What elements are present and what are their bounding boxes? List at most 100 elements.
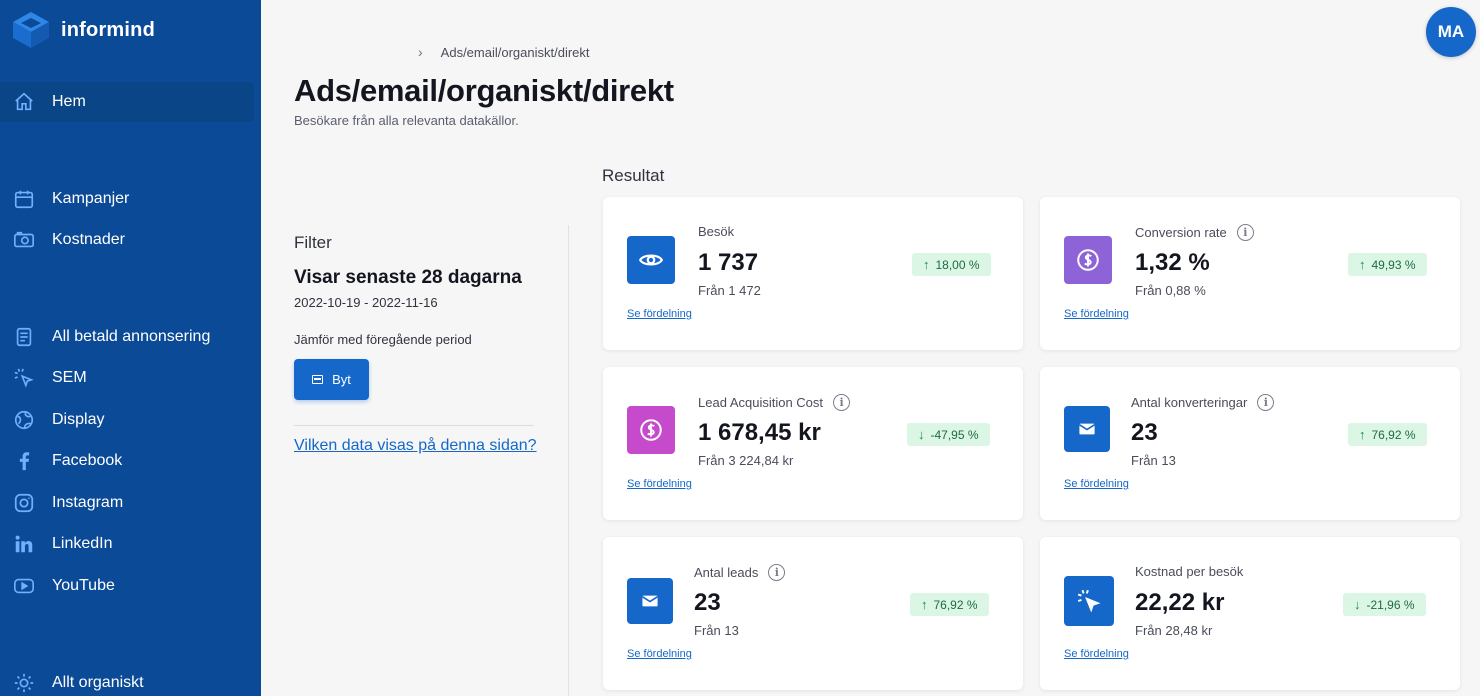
envelope-icon [627,578,673,624]
filter-heading: Filter [294,233,332,252]
brand-name: informind [61,18,156,41]
sidebar-item-label: Kostnader [52,231,125,248]
change-badge: ↑ 49,93 % [1348,253,1427,276]
metric-value: 1 678,45 kr [698,419,821,446]
sidebar: informind Hem Kampanjer Kostnader All be… [0,0,261,696]
filter-divider [294,425,534,426]
change-badge: ↑ 18,00 % [912,253,991,276]
sidebar-item-linkedin[interactable]: LinkedIn [0,524,254,564]
eye-icon [627,236,675,284]
metric-label: Conversion rate i [1135,224,1254,241]
sidebar-item-youtube[interactable]: YouTube [0,566,254,606]
sidebar-item-label: Instagram [52,494,124,511]
sidebar-item-kostnader[interactable]: Kostnader [0,220,254,260]
filter-range-title: Visar senaste 28 dagarna [294,267,522,288]
linkedin-icon [12,532,36,556]
metric-previous: Från 3 224,84 kr [698,453,794,468]
metric-previous: Från 1 472 [698,283,761,298]
metric-value: 1 737 [698,249,759,276]
home-icon [12,90,36,114]
calendar-icon [312,375,324,384]
filter-compare-label: Jämför med föregående period [294,332,472,347]
results-heading: Resultat [602,166,665,185]
data-info-link[interactable]: Vilken data visas på denna sidan? [294,437,537,455]
panel-divider [568,225,569,696]
arrow-up-icon: ↑ [1359,257,1366,272]
brand[interactable]: informind [10,8,155,52]
sidebar-item-hem[interactable]: Hem [0,82,254,122]
sidebar-item-allt-organiskt[interactable]: Allt organiskt [0,663,254,696]
sidebar-item-all-betald-annonsering[interactable]: All betald annonsering [0,317,254,357]
distribution-link[interactable]: Se fördelning [1064,648,1129,660]
metric-value: 22,22 kr [1135,589,1225,616]
metric-label: Antal konverteringar i [1131,394,1275,411]
sidebar-item-label: YouTube [52,577,115,594]
metric-card-antal-konverteringar: Antal konverteringar i 23 Från 13 Se för… [1040,367,1460,520]
info-icon[interactable]: i [768,564,786,581]
cursor-click-icon [1064,576,1114,626]
distribution-link[interactable]: Se fördelning [1064,478,1129,490]
arrow-up-icon: ↑ [923,257,930,272]
metric-card-lead-acquisition-cost: Lead Acquisition Cost i 1 678,45 kr Från… [603,367,1023,520]
distribution-link[interactable]: Se fördelning [1064,308,1129,320]
sidebar-item-label: Allt organiskt [52,674,144,691]
sidebar-item-label: LinkedIn [52,535,113,552]
sidebar-item-label: All betald annonsering [52,328,211,345]
envelope-icon [1064,406,1110,452]
sidebar-item-label: Kampanjer [52,190,130,207]
change-badge: ↓ -21,96 % [1343,593,1426,616]
instagram-icon [12,491,36,515]
metric-card-conversion-rate: Conversion rate i 1,32 % Från 0,88 % Se … [1040,197,1460,350]
sidebar-item-label: Display [52,411,105,428]
metric-card-antal-leads: Antal leads i 23 Från 13 Se fördelning ↑… [603,537,1023,690]
dollar-icon [627,406,675,454]
chevron-right-icon: › [418,44,423,60]
sidebar-item-sem[interactable]: SEM [0,358,254,398]
filter-dates: 2022-10-19 - 2022-11-16 [294,295,438,310]
sun-icon [12,671,36,695]
change-filter-button[interactable]: Byt [294,359,369,400]
distribution-link[interactable]: Se fördelning [627,308,692,320]
sidebar-item-facebook[interactable]: Facebook [0,441,254,481]
informind-logo-icon [13,12,49,48]
sidebar-item-label: SEM [52,369,87,386]
metric-previous: Från 28,48 kr [1135,623,1213,638]
change-badge: ↑ 76,92 % [910,593,989,616]
youtube-icon [12,574,36,598]
metric-value: 23 [1131,419,1158,446]
metric-card-besok: Besök 1 737 Från 1 472 Se fördelning ↑ 18… [603,197,1023,350]
metric-value: 23 [694,589,721,616]
facebook-icon [12,449,36,473]
user-avatar[interactable]: MA [1426,7,1476,57]
change-badge: ↑ 76,92 % [1348,423,1427,446]
info-icon[interactable]: i [1236,224,1254,241]
metric-previous: Från 13 [1131,453,1176,468]
metric-previous: Från 13 [694,623,739,638]
globe-icon [12,408,36,432]
metric-label: Antal leads i [694,564,786,581]
metric-value: 1,32 % [1135,249,1210,276]
sidebar-item-kampanjer[interactable]: Kampanjer [0,179,254,219]
sidebar-item-label: Hem [52,93,86,110]
sidebar-item-instagram[interactable]: Instagram [0,483,254,523]
info-icon[interactable]: i [833,394,851,411]
distribution-link[interactable]: Se fördelning [627,478,692,490]
metric-label: Kostnad per besök [1135,564,1244,579]
distribution-link[interactable]: Se fördelning [627,648,692,660]
arrow-down-icon: ↓ [1354,597,1361,612]
arrow-down-icon: ↓ [918,427,925,442]
sidebar-item-display[interactable]: Display [0,400,254,440]
document-icon [12,325,36,349]
dollar-icon [1064,236,1112,284]
breadcrumb-current[interactable]: Ads/email/organiskt/direkt [441,45,590,60]
metric-label: Besök [698,224,735,239]
arrow-up-icon: ↑ [921,597,928,612]
sidebar-item-label: Facebook [52,452,123,469]
arrow-up-icon: ↑ [1359,427,1366,442]
info-icon[interactable]: i [1257,394,1275,411]
cursor-click-icon [12,366,36,390]
metric-card-kostnad-per-besok: Kostnad per besök 22,22 kr Från 28,48 kr… [1040,537,1460,690]
breadcrumb: › Ads/email/organiskt/direkt [418,44,590,60]
change-badge: ↓ -47,95 % [907,423,990,446]
page-subtitle: Besökare från alla relevanta datakällor. [294,113,519,128]
